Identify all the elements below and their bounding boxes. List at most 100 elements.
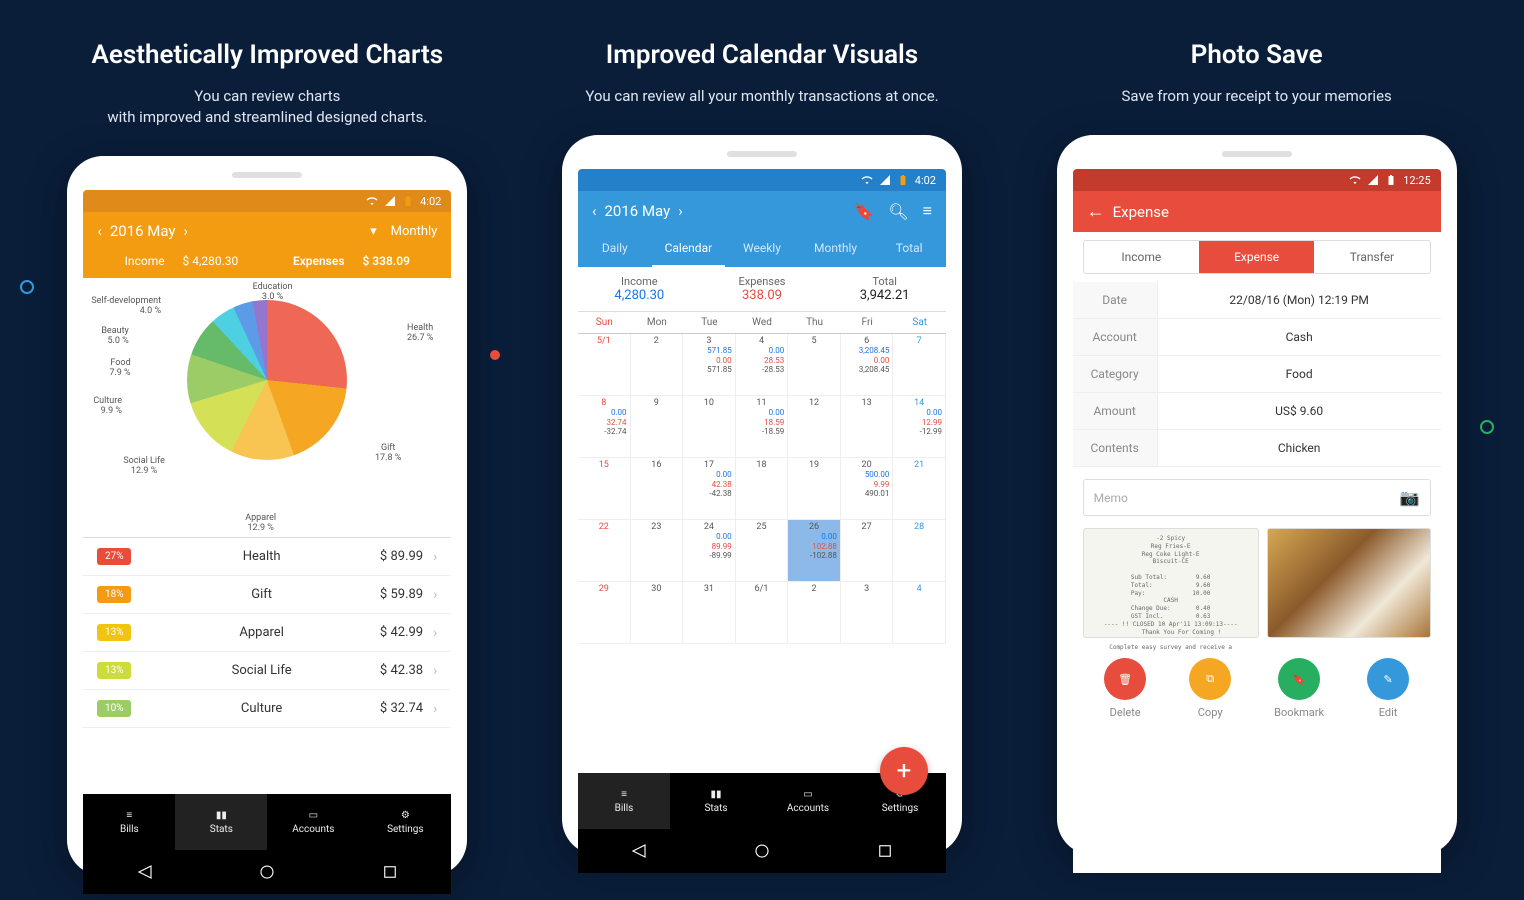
chart-icon: ▮▮ [216,810,227,821]
calendar-cell[interactable]: 260.00102.88-102.88 [788,520,841,582]
calendar-cell[interactable]: 110.0018.59-18.59 [736,396,789,458]
calendar-cell[interactable]: 2 [788,582,841,644]
nav-accounts[interactable]: ▭Accounts [762,773,854,829]
calendar-cell[interactable]: 10 [683,396,736,458]
category-row[interactable]: 10%Culture$ 32.74› [83,690,451,728]
action-bookmark[interactable]: 🔖Bookmark [1274,658,1324,719]
calendar-cell[interactable]: 30 [631,582,684,644]
form-row[interactable]: Date22/08/16 (Mon) 12:19 PM [1073,282,1441,319]
tab-total[interactable]: Total [872,231,946,267]
calendar-cell[interactable]: 19 [788,458,841,520]
receipt-image[interactable]: -2 Spicy Reg Fries-E Reg Coke Light-E Bi… [1083,528,1259,638]
calendar-cell[interactable]: 5 [788,334,841,396]
calendar-header: ‹ 2016 May › 🔖 🔍︎ ≡ [578,191,946,231]
category-row[interactable]: 27%Health$ 89.99› [83,538,451,576]
calendar-cell[interactable]: 21 [893,458,946,520]
calendar-cell[interactable]: 18 [736,458,789,520]
filter-dropdown[interactable]: ▾ Monthly [370,224,437,239]
tab-daily[interactable]: Daily [578,231,652,267]
calendar-cell[interactable]: 25 [736,520,789,582]
calendar-cell[interactable]: 31 [683,582,736,644]
period-label[interactable]: 2016 May [110,222,176,240]
prev-month-icon[interactable]: ‹ [97,222,102,240]
calendar-cell[interactable]: 5/1 [578,334,631,396]
calendar-cell[interactable]: 22 [578,520,631,582]
calendar-cell[interactable]: 3571.850.00571.85 [683,334,736,396]
action-delete[interactable]: 🗑Delete [1104,658,1146,719]
category-row[interactable]: 13%Social Life$ 42.38› [83,652,451,690]
category-row[interactable]: 18%Gift$ 59.89› [83,576,451,614]
tab-monthly[interactable]: Monthly [799,231,873,267]
category-amount: $ 32.74 [380,701,423,716]
calendar-cell[interactable]: 20500.009.99490.01 [841,458,894,520]
nav-bills[interactable]: ≡Bills [578,773,670,829]
nav-settings[interactable]: ⚙Settings [359,794,451,850]
action-edit[interactable]: ✎Edit [1367,658,1409,719]
calendar-cell[interactable]: 12 [788,396,841,458]
calendar-cell[interactable]: 40.0028.53-28.53 [736,334,789,396]
next-month-icon[interactable]: › [678,202,683,220]
form-row[interactable]: ContentsChicken [1073,430,1441,467]
back-icon[interactable] [630,842,648,860]
filter-icon[interactable]: ≡ [923,201,932,221]
signal-icon [384,195,396,207]
calendar-cell[interactable]: 16 [631,458,684,520]
back-arrow-icon[interactable]: ← [1087,201,1105,222]
form-row[interactable]: CategoryFood [1073,356,1441,393]
calendar-cell[interactable]: 27 [841,520,894,582]
home-icon[interactable] [258,863,276,881]
expense-summary[interactable]: Expenses $ 338.09 [281,254,422,268]
add-button[interactable]: + [880,747,928,795]
camera-icon[interactable]: 📷 [1400,488,1420,507]
recent-icon[interactable] [876,842,894,860]
tab-calendar[interactable]: Calendar [652,231,726,267]
calendar-cell[interactable]: 63,208.450.003,208.45 [841,334,894,396]
battery-icon [1385,174,1397,186]
income-summary[interactable]: Income $ 4,280.30 [113,254,251,268]
memo-field[interactable]: Memo 📷 [1083,479,1431,516]
next-month-icon[interactable]: › [184,222,189,240]
tab-income[interactable]: Income [1084,241,1199,273]
action-copy[interactable]: ⧉Copy [1189,658,1231,719]
nav-bills[interactable]: ≡Bills [83,794,175,850]
calendar-cell[interactable]: 13 [841,396,894,458]
calendar-cell[interactable]: 23 [631,520,684,582]
calendar-cell[interactable]: 29 [578,582,631,644]
search-icon[interactable]: 🔍︎ [888,202,908,221]
bottom-nav: ≡Bills ▮▮Stats ▭Accounts ⚙Settings [83,794,451,850]
form-row[interactable]: AmountUS$ 9.60 [1073,393,1441,430]
nav-stats[interactable]: ▮▮Stats [175,794,267,850]
nav-stats[interactable]: ▮▮Stats [670,773,762,829]
battery-icon [897,174,909,186]
back-icon[interactable] [136,863,154,881]
category-pct: 13% [97,624,131,641]
category-row[interactable]: 13%Apparel$ 42.99› [83,614,451,652]
food-image[interactable] [1267,528,1431,638]
nav-accounts[interactable]: ▭Accounts [267,794,359,850]
view-tabs: Daily Calendar Weekly Monthly Total [578,231,946,267]
calendar-cell[interactable]: 3 [841,582,894,644]
panel3-title: Photo Save [1027,40,1487,70]
bookmark-icon[interactable]: 🔖 [854,202,874,221]
tab-weekly[interactable]: Weekly [725,231,799,267]
calendar-cell[interactable]: 140.0012.99-12.99 [893,396,946,458]
period-label[interactable]: 2016 May [605,202,671,220]
calendar-cell[interactable]: 6/1 [736,582,789,644]
calendar-cell[interactable]: 4 [893,582,946,644]
calendar-cell[interactable]: 7 [893,334,946,396]
chart-header: ‹ 2016 May › ▾ Monthly Income $ 4,280.30… [83,212,451,278]
form-row[interactable]: AccountCash [1073,319,1441,356]
calendar-cell[interactable]: 28 [893,520,946,582]
recent-icon[interactable] [381,863,399,881]
phone-frame-2: 4:02 ‹ 2016 May › 🔖 🔍︎ ≡ Dai [562,135,962,855]
calendar-cell[interactable]: 15 [578,458,631,520]
calendar-cell[interactable]: 9 [631,396,684,458]
prev-month-icon[interactable]: ‹ [592,202,597,220]
calendar-cell[interactable]: 170.0042.38-42.38 [683,458,736,520]
calendar-cell[interactable]: 80.0032.74-32.74 [578,396,631,458]
calendar-cell[interactable]: 240.0089.99-89.99 [683,520,736,582]
calendar-cell[interactable]: 2 [631,334,684,396]
tab-expense[interactable]: Expense [1199,241,1314,273]
tab-transfer[interactable]: Transfer [1314,241,1429,273]
home-icon[interactable] [753,842,771,860]
